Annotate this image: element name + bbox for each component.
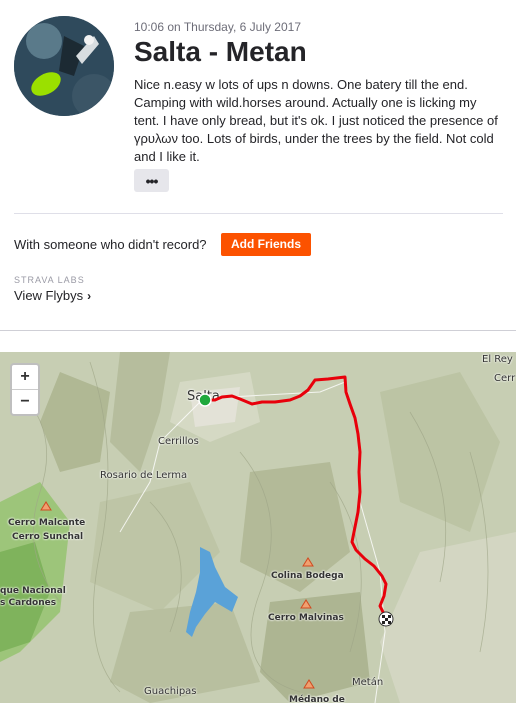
peak-icon bbox=[40, 501, 52, 511]
divider bbox=[0, 330, 516, 331]
view-flybys-link[interactable]: View Flybys › bbox=[14, 288, 91, 303]
start-marker-icon bbox=[198, 393, 212, 407]
map-zoom-control: + − bbox=[10, 363, 40, 416]
activity-timestamp: 10:06 on Thursday, 6 July 2017 bbox=[134, 20, 302, 34]
finish-flag-icon bbox=[378, 611, 394, 627]
more-options-button[interactable]: ••• bbox=[134, 169, 169, 192]
route-line bbox=[203, 375, 388, 620]
divider bbox=[14, 213, 503, 214]
view-flybys-label: View Flybys bbox=[14, 288, 84, 303]
peak-icon bbox=[302, 557, 314, 567]
with-someone-prompt: With someone who didn't record? bbox=[14, 237, 207, 252]
strava-labs-label: STRAVA LABS bbox=[14, 275, 85, 285]
zoom-out-button[interactable]: − bbox=[12, 390, 38, 414]
zoom-in-button[interactable]: + bbox=[12, 365, 38, 389]
activity-description: Nice n.easy w lots of ups n downs. One b… bbox=[134, 77, 498, 164]
add-friends-button[interactable]: Add Friends bbox=[221, 233, 312, 256]
avatar-photo bbox=[14, 16, 114, 116]
activity-title: Salta - Metan bbox=[134, 36, 307, 67]
athlete-avatar[interactable] bbox=[14, 16, 114, 116]
route-overlay bbox=[40, 375, 394, 689]
peak-icon bbox=[300, 599, 312, 609]
route-map[interactable]: Salta Cerrillos Rosario de Lerma Cerro M… bbox=[0, 352, 516, 703]
chevron-right-icon: › bbox=[87, 289, 92, 303]
peak-icon bbox=[303, 679, 315, 689]
